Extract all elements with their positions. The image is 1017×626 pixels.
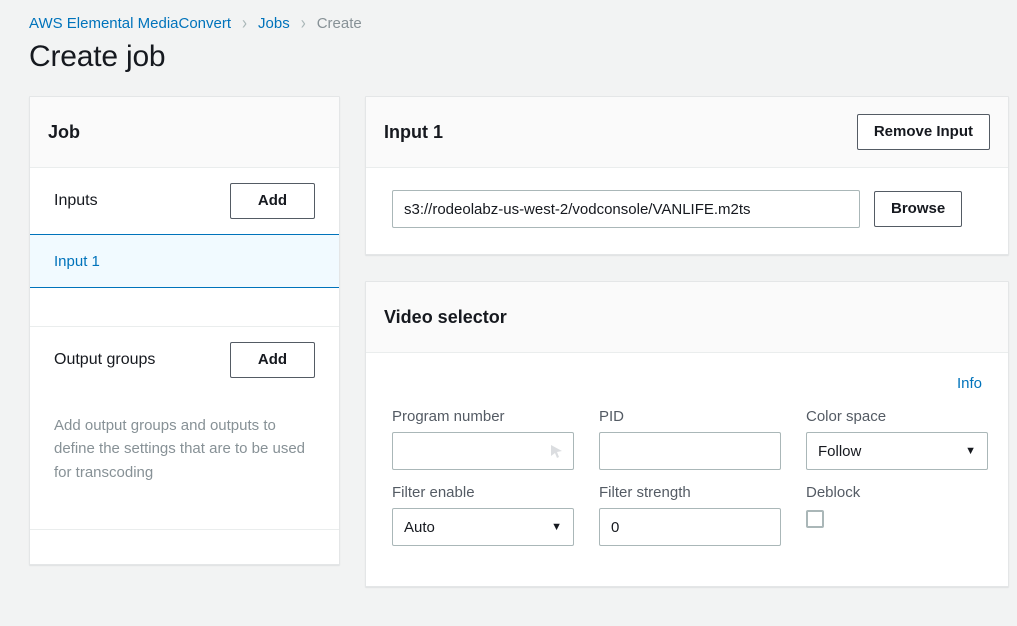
sidebar-item-input-1[interactable]: Input 1 xyxy=(30,234,339,288)
filter-strength-input[interactable] xyxy=(599,508,781,546)
sidebar-inputs-section: Inputs Add Input 1 xyxy=(30,168,339,327)
sidebar-output-groups-row: Output groups Add xyxy=(30,327,339,393)
chevron-down-icon: ▼ xyxy=(551,520,562,533)
info-link[interactable]: Info xyxy=(957,375,982,392)
video-selector-panel: Video selector Info Program number PID C… xyxy=(365,281,1009,587)
breadcrumb-item-create: Create xyxy=(316,14,362,32)
field-pid-label: PID xyxy=(599,408,625,425)
input-file-url-field[interactable] xyxy=(392,190,860,228)
video-selector-fields: Program number PID Color space Follow ▼ … xyxy=(392,408,988,560)
field-deblock-label: Deblock xyxy=(806,484,861,501)
sidebar-output-groups-section: Output groups Add Add output groups and … xyxy=(30,327,339,530)
field-program-number: Program number xyxy=(392,408,599,470)
field-color-space: Color space Follow ▼ xyxy=(806,408,1012,470)
page-layout: Job Inputs Add Input 1 Output groups Add… xyxy=(0,74,1017,587)
sidebar-inputs-spacer xyxy=(30,288,339,326)
video-selector-header: Video selector xyxy=(366,282,1008,353)
field-pid: PID xyxy=(599,408,806,470)
sidebar-inputs-row: Inputs Add xyxy=(30,168,339,234)
color-space-select[interactable]: Follow ▼ xyxy=(806,432,988,470)
pid-input[interactable] xyxy=(599,432,781,470)
main-column: Input 1 Remove Input Browse Video select… xyxy=(365,96,1009,587)
remove-input-button[interactable]: Remove Input xyxy=(856,114,990,150)
sidebar-output-groups-label: Output groups xyxy=(54,351,156,368)
chevron-right-icon: › xyxy=(242,12,248,34)
breadcrumb-item-mediaconvert[interactable]: AWS Elemental MediaConvert xyxy=(29,15,231,32)
job-sidebar-title: Job xyxy=(48,121,81,142)
breadcrumb: AWS Elemental MediaConvert › Jobs › Crea… xyxy=(0,0,1017,33)
filter-enable-value: Auto xyxy=(404,518,435,536)
video-selector-body: Info Program number PID Color space Foll… xyxy=(366,353,1008,586)
add-output-group-button[interactable]: Add xyxy=(230,342,315,378)
program-number-input[interactable] xyxy=(392,432,574,470)
deblock-checkbox[interactable] xyxy=(806,510,824,528)
job-sidebar-panel: Job Inputs Add Input 1 Output groups Add… xyxy=(29,96,340,565)
input-file-row: Browse xyxy=(392,190,982,228)
field-filter-enable: Filter enable Auto ▼ xyxy=(392,484,599,546)
filter-enable-select[interactable]: Auto ▼ xyxy=(392,508,574,546)
output-groups-empty-text: Add output groups and outputs to define … xyxy=(54,417,306,481)
chevron-down-icon: ▼ xyxy=(965,444,976,457)
input-1-panel: Input 1 Remove Input Browse xyxy=(365,96,1009,255)
field-pid-control xyxy=(599,432,782,470)
field-program-number-label: Program number xyxy=(392,408,505,425)
field-filter-strength: Filter strength xyxy=(599,484,806,546)
sidebar-bottom-section xyxy=(30,530,339,564)
color-space-value: Follow xyxy=(818,442,862,460)
sidebar-inputs-label: Inputs xyxy=(54,192,98,209)
chevron-right-icon: › xyxy=(300,12,306,34)
input-1-title: Input 1 xyxy=(384,121,443,142)
page-title: Create job xyxy=(29,40,166,73)
field-filter-strength-label: Filter strength xyxy=(599,484,691,501)
field-color-space-label: Color space xyxy=(806,408,887,425)
field-program-number-control xyxy=(392,432,575,470)
input-1-header: Input 1 Remove Input xyxy=(366,97,1008,168)
job-sidebar-header: Job xyxy=(30,97,339,168)
video-selector-title: Video selector xyxy=(384,306,507,327)
field-deblock: Deblock xyxy=(806,484,1012,546)
input-1-body: Browse xyxy=(366,168,1008,254)
browse-button[interactable]: Browse xyxy=(874,191,963,227)
add-input-button[interactable]: Add xyxy=(230,183,315,219)
breadcrumb-item-jobs[interactable]: Jobs xyxy=(258,15,290,32)
sidebar-item-input-1-label: Input 1 xyxy=(54,252,100,270)
video-selector-info-row: Info xyxy=(392,375,982,392)
field-filter-strength-control xyxy=(599,508,782,546)
field-filter-enable-label: Filter enable xyxy=(392,484,475,501)
